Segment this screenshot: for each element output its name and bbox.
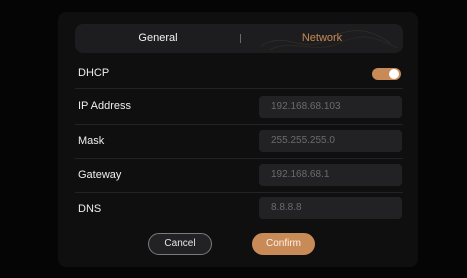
mask-field[interactable]: 255.255.255.0	[259, 130, 402, 152]
row-divider	[75, 158, 403, 159]
cancel-button[interactable]: Cancel	[148, 233, 212, 255]
confirm-button[interactable]: Confirm	[252, 233, 315, 255]
toggle-knob	[389, 69, 399, 79]
ip-address-label: IP Address	[78, 100, 131, 112]
ip-address-field[interactable]: 192.168.68.103	[259, 96, 402, 118]
dhcp-label: DHCP	[78, 67, 110, 79]
dns-field[interactable]: 8.8.8.8	[259, 197, 402, 219]
gateway-label: Gateway	[78, 169, 122, 181]
row-divider	[75, 88, 403, 89]
dns-label: DNS	[78, 203, 102, 215]
settings-tab-bar: General Network	[75, 24, 403, 53]
dhcp-toggle[interactable]	[372, 68, 401, 80]
tab-network[interactable]: Network	[241, 24, 403, 53]
row-divider	[75, 192, 403, 193]
tab-general[interactable]: General	[75, 24, 241, 53]
mask-label: Mask	[78, 135, 105, 147]
row-divider	[75, 124, 403, 125]
gateway-field[interactable]: 192.168.68.1	[259, 164, 402, 186]
